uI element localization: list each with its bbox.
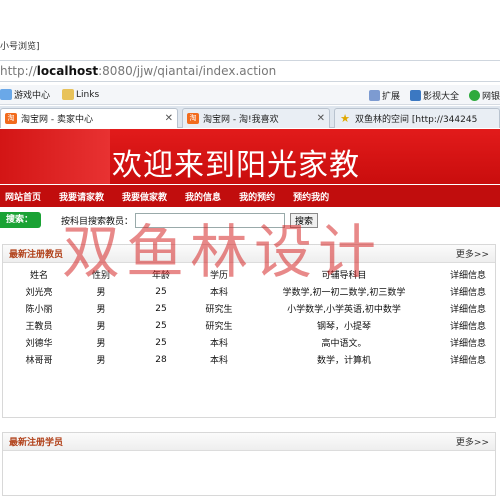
extension-label: 扩展	[381, 91, 400, 102]
column-header: 详细信息	[449, 271, 486, 281]
search-prompt: 按科目搜索教员：	[61, 216, 134, 227]
teacher-gender: 男	[96, 288, 106, 298]
video-icon	[409, 89, 421, 101]
teachers-table: 姓名 性别 年龄 学历 可辅导科目 详细信息 刘光亮 男 25 本科 学数学,初…	[6, 266, 494, 368]
main-nav: 网站首页 我要请家教 我要做家教 我的信息 我的预约 预约我的	[0, 185, 500, 207]
teacher-gender: 男	[96, 305, 106, 315]
teacher-age: 25	[155, 303, 167, 314]
address-host: localhost	[36, 64, 99, 78]
teacher-name: 刘德华	[25, 339, 53, 349]
star-icon: ★	[340, 112, 350, 125]
column-header: 年龄	[151, 271, 170, 281]
teacher-subjects: 钢琴，小提琴	[316, 322, 371, 332]
teacher-age: 25	[155, 286, 167, 297]
nav-my-info[interactable]: 我的信息	[185, 190, 221, 203]
favorite-game-center[interactable]: 游戏中心	[0, 88, 50, 101]
favorites-bar: 游戏中心 Links 扩展 影视大全 网银	[0, 85, 500, 105]
teacher-education: 研究生	[205, 305, 233, 315]
game-icon	[0, 89, 12, 100]
banner-title: 欢迎来到阳光家教	[112, 148, 360, 183]
video-button[interactable]: 影视大全	[409, 89, 459, 102]
tab-label: 双鱼林的空间 [http://344245	[355, 115, 478, 125]
details-link[interactable]: 详细信息	[442, 334, 494, 351]
details-link[interactable]: 详细信息	[442, 317, 494, 334]
teacher-age: 28	[155, 354, 167, 365]
students-panel: 最新注册学员 更多>>	[2, 432, 496, 496]
nav-my-appointments[interactable]: 我的预约	[239, 190, 275, 203]
shield-icon	[468, 89, 480, 101]
nav-request-tutor[interactable]: 我要请家教	[59, 190, 104, 203]
search-button[interactable]: 搜索	[290, 212, 319, 228]
more-link[interactable]: 更多>>	[456, 247, 489, 260]
tab-label: 淘宝网 - 淘!我喜欢	[203, 115, 279, 125]
table-header-row: 姓名 性别 年龄 学历 可辅导科目 详细信息	[6, 266, 494, 283]
search-input[interactable]	[135, 212, 286, 228]
extension-icon	[368, 89, 380, 101]
table-row: 陈小丽 男 25 研究生 小学数学,小学英语,初中数学 详细信息	[6, 300, 494, 317]
bank-label: 网银	[481, 91, 500, 102]
teacher-gender: 男	[96, 356, 106, 366]
favorite-label: 游戏中心	[14, 91, 51, 101]
teacher-subjects: 数学，计算机	[316, 356, 371, 366]
teacher-gender: 男	[96, 339, 106, 349]
teacher-subjects: 学数学,初一初二数学,初三数学	[282, 288, 406, 298]
tab-label: 淘宝网 - 卖家中心	[21, 115, 93, 125]
details-link[interactable]: 详细信息	[442, 351, 494, 368]
tab-bar: 淘 淘宝网 - 卖家中心 ✕ 淘 淘宝网 - 淘!我喜欢 ✕ ★ 双鱼林的空间 …	[0, 106, 500, 128]
teacher-education: 本科	[209, 356, 228, 366]
tab-seller-center[interactable]: 淘 淘宝网 - 卖家中心 ✕	[0, 108, 178, 128]
folder-icon	[62, 89, 75, 100]
extension-button[interactable]: 扩展	[368, 89, 400, 102]
close-icon[interactable]: ✕	[317, 113, 325, 124]
video-label: 影视大全	[422, 91, 459, 102]
teacher-gender: 男	[96, 322, 106, 332]
teacher-name: 王教员	[25, 322, 53, 332]
favorite-links[interactable]: Links	[62, 89, 99, 100]
banner-decoration	[0, 129, 110, 184]
teacher-age: 25	[155, 337, 167, 348]
column-header: 性别	[91, 271, 110, 281]
teacher-subjects: 高中语文。	[321, 339, 367, 349]
details-link[interactable]: 详细信息	[442, 283, 494, 300]
table-row: 王教员 男 25 研究生 钢琴，小提琴 详细信息	[6, 317, 494, 334]
column-header: 姓名	[29, 271, 48, 281]
details-link[interactable]: 详细信息	[442, 300, 494, 317]
teacher-age: 25	[155, 320, 167, 331]
teacher-education: 本科	[209, 288, 228, 298]
favorite-label: Links	[76, 89, 100, 100]
search-label: 搜索：	[0, 212, 42, 228]
teacher-education: 研究生	[205, 322, 233, 332]
tab-shuangyulin-space[interactable]: ★ 双鱼林的空间 [http://344245	[334, 108, 500, 128]
table-row: 林哥哥 男 28 本科 数学，计算机 详细信息	[6, 351, 494, 368]
taobao-icon: 淘	[187, 113, 199, 124]
teacher-name: 林哥哥	[25, 356, 53, 366]
teacher-name: 陈小丽	[25, 305, 53, 315]
address-prefix: http://	[0, 64, 37, 78]
panel-header: 最新注册教员 更多>>	[3, 245, 495, 263]
column-header: 学历	[209, 271, 228, 281]
teacher-name: 刘光亮	[25, 288, 53, 298]
search-bar: 搜索： 按科目搜索教员： 搜索	[0, 208, 500, 232]
teachers-panel: 最新注册教员 更多>> 姓名 性别 年龄 学历 可辅导科目 详细信息 刘光亮 男…	[2, 244, 496, 418]
panel-title: 最新注册学员	[9, 438, 64, 448]
table-row: 刘光亮 男 25 本科 学数学,初一初二数学,初三数学 详细信息	[6, 283, 494, 300]
teacher-education: 本科	[209, 339, 228, 349]
teacher-subjects: 小学数学,小学英语,初中数学	[287, 305, 401, 315]
nav-home[interactable]: 网站首页	[5, 190, 41, 203]
taobao-icon: 淘	[5, 113, 17, 124]
nav-appointments-for-me[interactable]: 预约我的	[293, 190, 329, 203]
column-header: 可辅导科目	[321, 271, 367, 281]
bank-button[interactable]: 网银	[468, 89, 500, 102]
panel-title: 最新注册教员	[9, 250, 64, 260]
window-title: 小号浏览]	[0, 40, 500, 54]
more-link[interactable]: 更多>>	[456, 435, 489, 448]
close-icon[interactable]: ✕	[165, 113, 173, 124]
panel-header: 最新注册学员 更多>>	[3, 433, 495, 451]
address-path: :8080/jjw/qiantai/index.action	[98, 64, 277, 78]
site-banner: 欢迎来到阳光家教	[0, 129, 500, 184]
nav-become-tutor[interactable]: 我要做家教	[122, 190, 167, 203]
table-row: 刘德华 男 25 本科 高中语文。 详细信息	[6, 334, 494, 351]
address-bar[interactable]: http://localhost:8080/jjw/qiantai/index.…	[0, 60, 500, 82]
tab-taobao-likes[interactable]: 淘 淘宝网 - 淘!我喜欢 ✕	[182, 108, 330, 128]
